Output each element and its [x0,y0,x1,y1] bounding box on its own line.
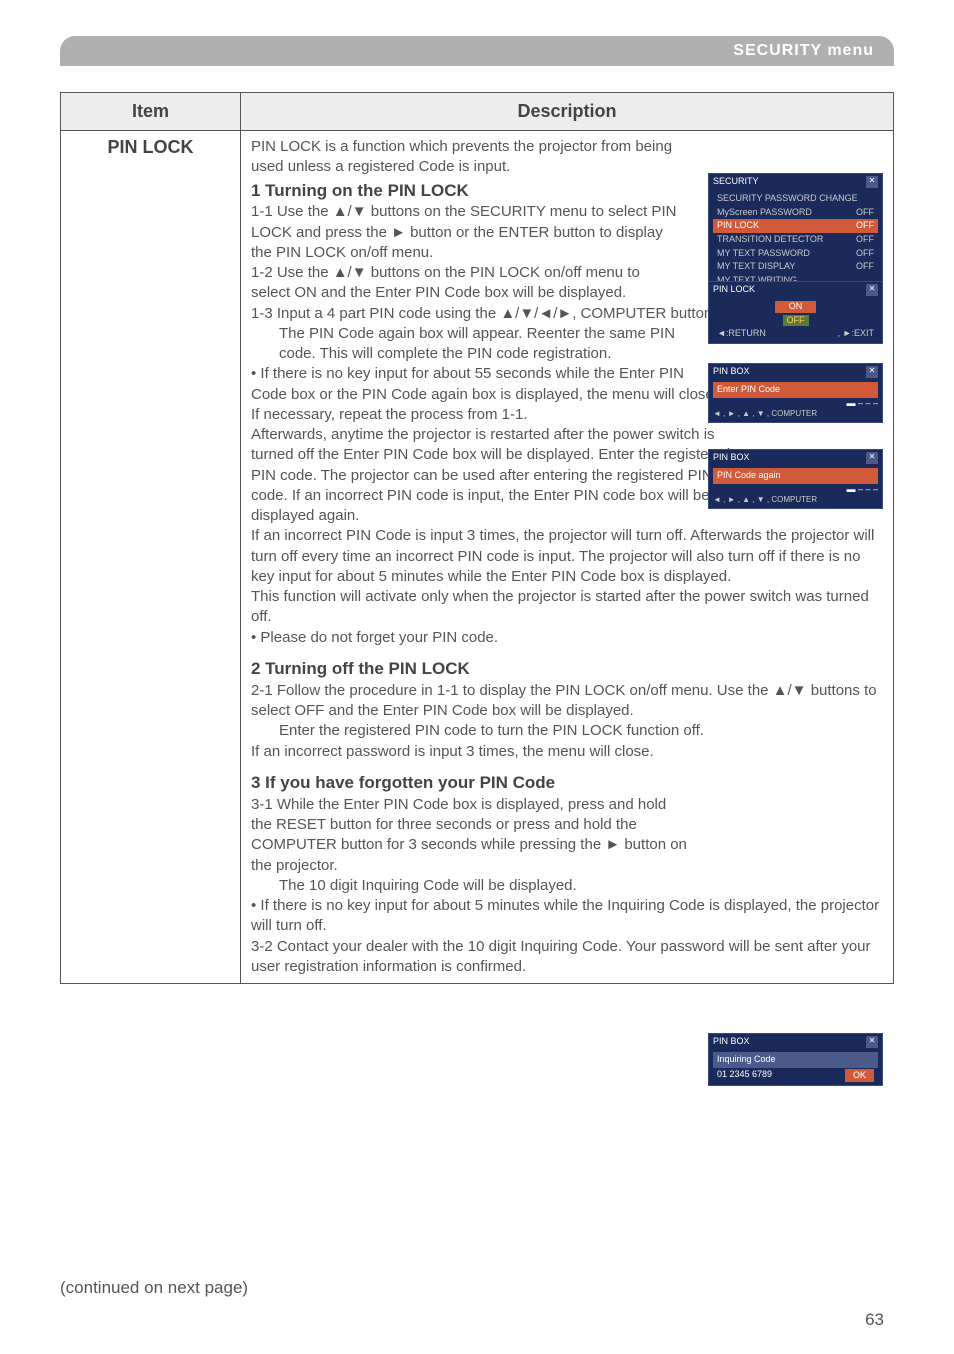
osd-pinlock-menu: PIN LOCK ✕ ON OFF ◄:RETURN , ►:EXIT [708,281,883,344]
osd-pinbox-title: PIN BOX [713,366,750,378]
step-2-1b: Enter the registered PIN code to turn th… [279,721,883,741]
step-1-2: 1-2 Use the ▲/▼ buttons on the PIN LOCK … [251,263,681,304]
header-title: SECURITY menu [733,42,874,60]
close-icon: ✕ [866,284,878,296]
close-icon: ✕ [866,452,878,464]
osd-footer-l: ◄:RETURN [717,328,766,340]
osd-row: TRANSITION DETECTOR [717,234,823,246]
dont-forget-bullet: • Please do not forget your PIN code. [251,628,883,648]
step-3-1b: The 10 digit Inquiring Code will be disp… [279,876,883,896]
osd-inquiring: PIN BOX ✕ Inquiring Code 01 2345 6789 OK [708,1033,883,1086]
header-bar: SECURITY menu [60,36,894,66]
osd-pinbox-title: PIN BOX [713,1036,750,1048]
incorrect-3-text: If an incorrect PIN Code is input 3 time… [251,526,883,587]
bullet-55sec: • If there is no key input for about 55 … [251,364,721,425]
osd-val: OFF [856,261,874,273]
step-1-1: 1-1 Use the ▲/▼ buttons on the SECURITY … [251,202,681,263]
p1-3-followup: The PIN Code again box will appear. Reen… [279,324,709,365]
description-cell: PIN LOCK is a function which prevents th… [241,131,894,984]
activate-text: This function will activate only when th… [251,587,883,628]
osd-again-label: PIN Code again [713,468,878,484]
step-3-1a: 3-1 While the Enter PIN Code box is disp… [251,795,691,876]
osd-pinlock-title: PIN LOCK [713,284,755,296]
osd-row: MyScreen PASSWORD [717,207,812,219]
item-cell: PIN LOCK [61,131,241,984]
page-number: 63 [865,1310,884,1330]
osd-row: MY TEXT DISPLAY [717,261,795,273]
osd-inquiring-label: Inquiring Code [713,1052,878,1068]
osd-inquiring-code: 01 2345 6789 [717,1069,772,1083]
osd-row: SECURITY PASSWORD CHANGE [717,193,858,205]
osd-pin-again: PIN BOX✕ PIN Code again ▬ – – – ◄ , ► , … [708,449,883,509]
intro-text: PIN LOCK is a function which prevents th… [251,137,681,178]
section3-title: 3 If you have forgotten your PIN Code [251,772,883,795]
osd-hint: ◄ , ► , ▲ , ▼ , COMPUTER [713,409,878,419]
osd-ok: OK [845,1069,874,1083]
osd-on: ON [775,301,817,313]
th-desc: Description [241,93,894,131]
section2-title: 2 Turning off the PIN LOCK [251,658,883,681]
osd-enter-pin: PIN BOX✕ Enter PIN Code ▬ – – – ◄ , ► , … [708,363,883,423]
step-3-2: 3-2 Contact your dealer with the 10 digi… [251,937,883,978]
osd-hint: ◄ , ► , ▲ , ▼ , COMPUTER [713,495,878,505]
restart-text: Afterwards, anytime the projector is res… [251,425,731,526]
inquiring-bullet: • If there is no key input for about 5 m… [251,896,883,937]
osd-val: OFF [856,248,874,260]
continued-text: (continued on next page) [60,1278,248,1298]
osd-row: MY TEXT PASSWORD [717,248,810,260]
osd-val: OFF [856,220,874,232]
close-icon: ✕ [866,176,878,188]
osd-enter-label: Enter PIN Code [713,382,878,398]
osd-pinbox-title: PIN BOX [713,452,750,464]
osd-val: OFF [856,234,874,246]
main-table: Item Description PIN LOCK PIN LOCK is a … [60,92,894,984]
th-item: Item [61,93,241,131]
osd-security-title: SECURITY [713,176,759,188]
incorrect-password-text: If an incorrect password is input 3 time… [251,742,883,762]
osd-val: OFF [856,207,874,219]
close-icon: ✕ [866,366,878,378]
osd-off: OFF [783,315,809,327]
step-2-1a: 2-1 Follow the procedure in 1-1 to displ… [251,681,883,722]
osd-row: PIN LOCK [717,220,759,232]
close-icon: ✕ [866,1036,878,1048]
osd-footer-r: , ►:EXIT [838,328,874,340]
